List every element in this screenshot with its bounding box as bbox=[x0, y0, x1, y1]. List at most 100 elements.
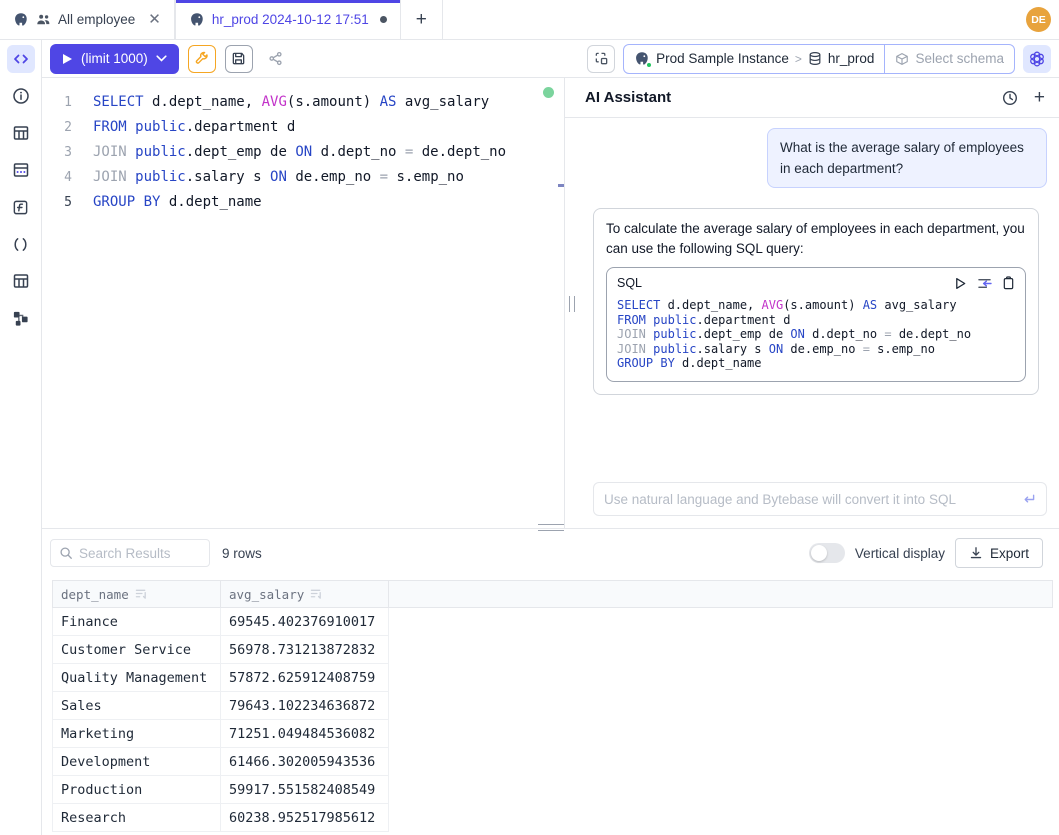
vertical-display-label: Vertical display bbox=[855, 546, 945, 561]
sort-icon bbox=[135, 588, 148, 600]
schema-compare-button[interactable] bbox=[587, 45, 615, 73]
sidebar-item-procedures[interactable] bbox=[7, 230, 35, 258]
table-row[interactable]: Finance69545.402376910017 bbox=[53, 608, 389, 636]
run-snippet-icon[interactable] bbox=[954, 277, 967, 290]
save-sheet-button[interactable] bbox=[225, 45, 253, 73]
sidebar-item-functions[interactable] bbox=[7, 193, 35, 221]
panel-resize-handle[interactable] bbox=[569, 296, 575, 312]
tab-label: All employee bbox=[58, 12, 135, 27]
sidebar-item-tables[interactable] bbox=[7, 119, 35, 147]
ai-prompt-input[interactable] bbox=[604, 492, 1021, 507]
sidebar bbox=[0, 40, 42, 835]
search-results-input[interactable] bbox=[79, 546, 201, 561]
sidebar-item-worksheet[interactable] bbox=[7, 45, 35, 73]
table-data-icon bbox=[12, 161, 30, 179]
insert-into-editor-icon[interactable] bbox=[977, 277, 992, 290]
results-table: dept_name avg_salary Finance69545.402376… bbox=[52, 580, 1053, 832]
code-language-label: SQL bbox=[617, 273, 642, 293]
table-row[interactable]: Sales79643.102234636872 bbox=[53, 692, 389, 720]
submit-return-icon[interactable] bbox=[1021, 493, 1036, 506]
line-number: 5 bbox=[42, 191, 72, 215]
close-icon[interactable]: ✕ bbox=[148, 12, 161, 27]
table-row[interactable]: Development61466.302005943536 bbox=[53, 748, 389, 776]
function-icon bbox=[12, 199, 29, 216]
table-cell[interactable]: 71251.049484536082 bbox=[221, 720, 389, 747]
results-table-body: Finance69545.402376910017Customer Servic… bbox=[52, 608, 389, 832]
copy-icon[interactable] bbox=[1002, 276, 1015, 290]
table-cell[interactable]: 56978.731213872832 bbox=[221, 636, 389, 663]
info-icon bbox=[12, 87, 30, 105]
table-cell[interactable]: Sales bbox=[53, 692, 221, 719]
results-controls: 9 rows Vertical display Export bbox=[42, 529, 1059, 577]
connection-selector[interactable]: Prod Sample Instance > hr_prod Select sc… bbox=[623, 44, 1015, 74]
ai-code-lines: SELECT d.dept_name, AVG(s.amount) AS avg… bbox=[607, 295, 1025, 381]
sql-editor[interactable]: 1SELECT d.dept_name, AVG(s.amount) AS av… bbox=[42, 78, 564, 528]
run-query-button[interactable]: (limit 1000) bbox=[50, 44, 179, 74]
table-row[interactable]: Marketing71251.049484536082 bbox=[53, 720, 389, 748]
sidebar-item-schema-diagram[interactable] bbox=[7, 304, 35, 332]
ai-assistant-panel: AI Assistant + What is the average salar… bbox=[564, 78, 1059, 528]
column-header-avg-salary[interactable]: avg_salary bbox=[221, 581, 389, 607]
sidebar-item-info[interactable] bbox=[7, 82, 35, 110]
run-label: (limit 1000) bbox=[81, 51, 148, 66]
tab-hr-prod[interactable]: hr_prod 2024-10-12 17:51 bbox=[175, 0, 401, 39]
table-row[interactable]: Production59917.551582408549 bbox=[53, 776, 389, 804]
table-icon bbox=[12, 272, 30, 290]
line-number: 3 bbox=[42, 141, 72, 165]
tab-all-employee[interactable]: All employee ✕ bbox=[0, 0, 175, 39]
sort-icon bbox=[310, 588, 323, 600]
table-cell[interactable]: Marketing bbox=[53, 720, 221, 747]
table-cell[interactable]: 59917.551582408549 bbox=[221, 776, 389, 803]
editor-toolbar: (limit 1000) bbox=[42, 40, 1059, 78]
results-search-box bbox=[50, 539, 210, 567]
table-cell[interactable]: 57872.625912408759 bbox=[221, 664, 389, 691]
postgres-icon bbox=[189, 12, 205, 28]
ai-assistant-button[interactable] bbox=[1023, 45, 1051, 73]
table-cell[interactable]: Development bbox=[53, 748, 221, 775]
export-button[interactable]: Export bbox=[955, 538, 1043, 568]
table-row[interactable]: Research60238.952517985612 bbox=[53, 804, 389, 832]
table-row[interactable]: Quality Management57872.625912408759 bbox=[53, 664, 389, 692]
avatar[interactable]: DE bbox=[1026, 7, 1051, 32]
add-tab-button[interactable]: + bbox=[401, 0, 443, 39]
table-row[interactable]: Customer Service56978.731213872832 bbox=[53, 636, 389, 664]
table-cell[interactable]: 61466.302005943536 bbox=[221, 748, 389, 775]
ai-response-text: To calculate the average salary of emplo… bbox=[606, 219, 1026, 259]
table-cell[interactable]: Finance bbox=[53, 608, 221, 635]
table-cell[interactable]: Production bbox=[53, 776, 221, 803]
save-icon bbox=[231, 51, 246, 66]
sidebar-item-views[interactable] bbox=[7, 267, 35, 295]
history-clock-icon[interactable] bbox=[1002, 90, 1018, 106]
chevron-down-icon bbox=[156, 55, 167, 62]
download-icon bbox=[969, 546, 983, 560]
schema-selector[interactable]: Select schema bbox=[884, 45, 1014, 73]
ai-code-block: SQL SELECT d bbox=[606, 267, 1026, 382]
ai-panel-title: AI Assistant bbox=[585, 89, 671, 106]
column-header-dept-name[interactable]: dept_name bbox=[53, 581, 221, 607]
table-cell[interactable]: Research bbox=[53, 804, 221, 831]
schema-diagram-icon bbox=[12, 310, 29, 327]
batch-group-icon bbox=[36, 12, 51, 27]
table-cell[interactable]: Quality Management bbox=[53, 664, 221, 691]
results-table-header: dept_name avg_salary bbox=[52, 580, 1053, 608]
schema-placeholder: Select schema bbox=[915, 51, 1004, 66]
table-cell[interactable]: 60238.952517985612 bbox=[221, 804, 389, 831]
new-chat-icon[interactable]: + bbox=[1034, 88, 1045, 107]
database-name: hr_prod bbox=[828, 51, 875, 66]
user-message-bubble: What is the average salary of employees … bbox=[767, 128, 1047, 188]
sidebar-item-sample-data[interactable] bbox=[7, 156, 35, 184]
vertical-display-toggle[interactable] bbox=[809, 543, 845, 563]
format-sql-button[interactable] bbox=[188, 45, 216, 73]
ai-panel-header: AI Assistant + bbox=[565, 78, 1059, 118]
table-cell[interactable]: 79643.102234636872 bbox=[221, 692, 389, 719]
connected-status-dot bbox=[646, 62, 652, 68]
instance-database-segment[interactable]: Prod Sample Instance > hr_prod bbox=[624, 45, 884, 73]
postgres-icon bbox=[634, 51, 650, 67]
unsaved-dot-icon bbox=[380, 16, 387, 23]
postgres-icon bbox=[13, 12, 29, 28]
table-cell[interactable]: 69545.402376910017 bbox=[221, 608, 389, 635]
share-sheet-button[interactable] bbox=[262, 45, 290, 73]
sql-editor-code: 1SELECT d.dept_name, AVG(s.amount) AS av… bbox=[42, 90, 564, 215]
results-resize-handle[interactable] bbox=[538, 524, 564, 531]
table-cell[interactable]: Customer Service bbox=[53, 636, 221, 663]
